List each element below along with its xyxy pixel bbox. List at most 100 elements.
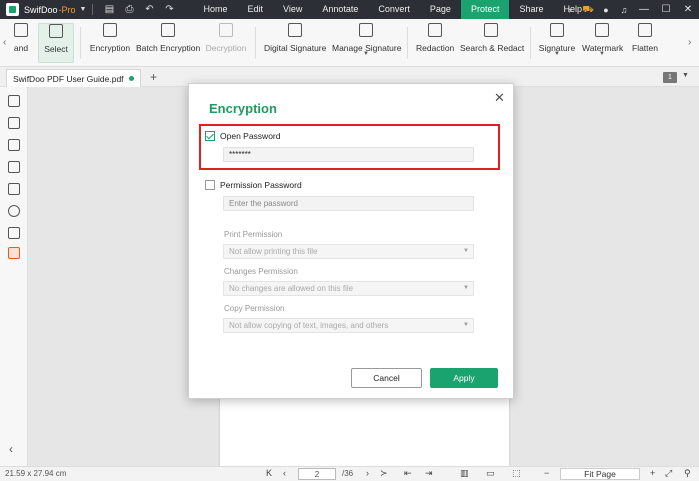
cancel-button[interactable]: Cancel bbox=[351, 368, 422, 388]
apply-button[interactable]: Apply bbox=[430, 368, 498, 388]
word-icon[interactable] bbox=[8, 183, 20, 195]
gift-icon[interactable] bbox=[8, 247, 20, 259]
redaction-icon bbox=[428, 23, 442, 37]
total-pages: /36 bbox=[342, 469, 354, 478]
thumbnails-icon[interactable] bbox=[8, 117, 20, 129]
flatten-button[interactable]: Flatten bbox=[630, 23, 660, 63]
zoom-out-icon[interactable]: − bbox=[544, 468, 549, 478]
watermark-icon bbox=[595, 23, 609, 37]
close-icon[interactable]: ✕ bbox=[494, 90, 505, 106]
signature-button[interactable]: Signature ▼ bbox=[538, 23, 576, 63]
permission-password-checkbox[interactable] bbox=[205, 180, 215, 190]
manage-signature-button[interactable]: Manage Signature ▼ bbox=[332, 23, 401, 63]
app-menu-caret-icon[interactable]: ▼ bbox=[80, 6, 87, 13]
pin-icon[interactable]: ⚲ bbox=[684, 468, 691, 479]
chevron-down-icon[interactable]: ▼ bbox=[682, 72, 689, 79]
search-icon[interactable] bbox=[8, 205, 20, 217]
select-tool-button[interactable]: Select bbox=[38, 23, 74, 63]
chevron-down-icon: ▼ bbox=[463, 322, 469, 328]
main-menu: Home Edit View Annotate Convert Page Pro… bbox=[193, 0, 592, 19]
zoom-select[interactable]: Fit Page bbox=[560, 468, 640, 480]
expand-menu-icon[interactable]: › bbox=[561, 5, 579, 15]
save-icon[interactable]: ▤ bbox=[99, 4, 119, 15]
ribbon-scroll-right-icon[interactable]: › bbox=[688, 37, 691, 48]
current-page-input[interactable]: 2 bbox=[298, 468, 336, 480]
attachment-icon[interactable] bbox=[8, 161, 20, 173]
first-page-icon[interactable]: K bbox=[266, 468, 272, 478]
left-sidebar: ‹ bbox=[0, 87, 28, 466]
zoom-in-icon[interactable]: + bbox=[650, 468, 655, 478]
maximize-icon[interactable]: ☐ bbox=[655, 4, 677, 15]
title-bar: SwifDoo -Pro ▼ ▤ ⎙ ↶ ↷ Home Edit View An… bbox=[0, 0, 699, 19]
ribbon-toolbar: ‹ and Select Encryption Batch Encryption… bbox=[0, 19, 699, 67]
chevron-down-icon: ▼ bbox=[463, 285, 469, 291]
digital-signature-button[interactable]: Digital Signature bbox=[264, 23, 326, 63]
bookmark-icon[interactable] bbox=[8, 95, 20, 107]
redo-icon[interactable]: ↷ bbox=[159, 4, 179, 15]
permission-password-label: Permission Password bbox=[220, 180, 302, 190]
menu-convert[interactable]: Convert bbox=[368, 0, 420, 19]
ribbon-scroll-left-icon[interactable]: ‹ bbox=[3, 37, 6, 48]
cursor-icon bbox=[49, 24, 63, 38]
batch-encryption-button[interactable]: Batch Encryption bbox=[136, 23, 200, 63]
menu-share[interactable]: Share bbox=[509, 0, 553, 19]
rotate-left-icon[interactable]: ⇤ bbox=[404, 468, 412, 479]
document-tab[interactable]: SwifDoo PDF User Guide.pdf bbox=[6, 69, 141, 87]
collapse-sidebar-icon[interactable]: ‹ bbox=[9, 442, 13, 456]
close-window-icon[interactable]: ✕ bbox=[677, 4, 699, 15]
encryption-dialog: Encryption ✕ Open Password ******* Permi… bbox=[188, 83, 514, 399]
undo-icon[interactable]: ↶ bbox=[139, 4, 159, 15]
app-name: SwifDoo bbox=[24, 4, 58, 15]
new-tab-button[interactable]: + bbox=[150, 70, 157, 84]
open-password-checkbox[interactable] bbox=[205, 131, 215, 141]
open-password-field[interactable]: ******* bbox=[223, 147, 474, 162]
page-number-badge[interactable]: 1 bbox=[663, 72, 677, 83]
menu-protect[interactable]: Protect bbox=[460, 0, 510, 19]
open-password-label: Open Password bbox=[220, 131, 281, 141]
title-bar-right: › ⛟ ● ♫ — ☐ ✕ bbox=[561, 0, 699, 19]
menu-home[interactable]: Home bbox=[193, 0, 237, 19]
rotate-right-icon[interactable]: ⇥ bbox=[425, 468, 433, 479]
unsaved-dot-icon bbox=[129, 76, 134, 81]
signature-icon bbox=[550, 23, 564, 37]
last-page-icon[interactable]: ≻ bbox=[380, 468, 388, 479]
screenshot-icon[interactable]: ⬚ bbox=[512, 468, 521, 479]
watermark-button[interactable]: Watermark ▼ bbox=[582, 23, 623, 63]
print-permission-label: Print Permission bbox=[224, 230, 283, 239]
permission-password-field[interactable]: Enter the password bbox=[223, 196, 474, 211]
divider bbox=[255, 27, 256, 59]
fit-width-icon[interactable]: ⤢ bbox=[665, 468, 672, 479]
search-redact-icon bbox=[484, 23, 498, 37]
menu-edit[interactable]: Edit bbox=[237, 0, 273, 19]
redaction-button[interactable]: Redaction bbox=[416, 23, 454, 63]
print-permission-value: Not allow printing this file bbox=[229, 247, 318, 256]
image-icon[interactable] bbox=[8, 227, 20, 239]
user-icon[interactable]: ● bbox=[597, 5, 615, 15]
previous-page-icon[interactable]: ‹ bbox=[283, 468, 286, 478]
menu-page[interactable]: Page bbox=[420, 0, 461, 19]
page-dimensions: 21.59 x 27.94 cm bbox=[5, 469, 67, 478]
view-mode-icon[interactable]: ▭ bbox=[486, 468, 495, 479]
app-edition: -Pro bbox=[58, 4, 76, 15]
changes-permission-select[interactable]: No changes are allowed on this file ▼ bbox=[223, 281, 474, 296]
menu-annotate[interactable]: Annotate bbox=[312, 0, 368, 19]
search-redact-button[interactable]: Search & Redact bbox=[460, 23, 524, 63]
decryption-button[interactable]: Decryption bbox=[205, 23, 247, 63]
page-layout-icon[interactable]: ▥ bbox=[460, 468, 469, 479]
bell-icon[interactable]: ♫ bbox=[615, 5, 633, 15]
comments-icon[interactable] bbox=[8, 139, 20, 151]
lock-icon bbox=[103, 23, 117, 37]
minimize-icon[interactable]: — bbox=[633, 4, 655, 15]
print-permission-select[interactable]: Not allow printing this file ▼ bbox=[223, 244, 474, 259]
dialog-title: Encryption bbox=[209, 101, 277, 116]
hand-tool-button[interactable]: and bbox=[10, 23, 32, 63]
app-logo-icon bbox=[6, 3, 19, 16]
next-page-icon[interactable]: › bbox=[366, 468, 369, 478]
copy-permission-select[interactable]: Not allow copying of text, images, and o… bbox=[223, 318, 474, 333]
encryption-button[interactable]: Encryption bbox=[88, 23, 132, 63]
manage-signature-icon bbox=[359, 23, 373, 37]
print-icon[interactable]: ⎙ bbox=[119, 4, 139, 15]
cart-icon[interactable]: ⛟ bbox=[579, 4, 597, 16]
menu-view[interactable]: View bbox=[273, 0, 312, 19]
copy-permission-label: Copy Permission bbox=[224, 304, 285, 313]
